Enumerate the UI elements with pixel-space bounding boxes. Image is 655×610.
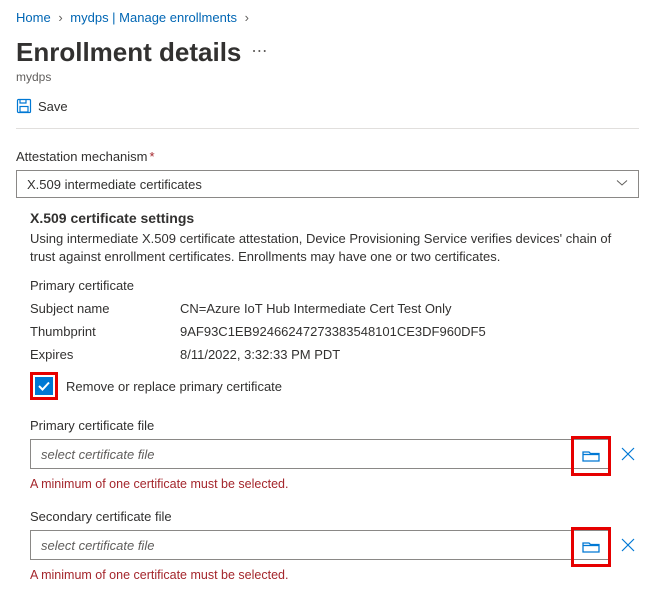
save-label: Save bbox=[38, 99, 68, 114]
secondary-file-error: A minimum of one certificate must be sel… bbox=[30, 568, 639, 582]
page-subtitle: mydps bbox=[16, 70, 639, 84]
remove-replace-checkbox[interactable] bbox=[35, 377, 53, 395]
close-icon bbox=[620, 446, 636, 462]
primary-cert-heading: Primary certificate bbox=[30, 278, 639, 293]
expires-row: Expires 8/11/2022, 3:32:33 PM PDT bbox=[30, 347, 639, 362]
attestation-label: Attestation mechanism* bbox=[16, 149, 639, 164]
close-icon bbox=[620, 537, 636, 553]
primary-file-label: Primary certificate file bbox=[30, 418, 639, 433]
primary-clear-button[interactable] bbox=[617, 443, 639, 465]
more-actions-icon[interactable]: ⋯ bbox=[251, 41, 267, 61]
remove-replace-label: Remove or replace primary certificate bbox=[66, 379, 282, 394]
thumbprint-label: Thumbprint bbox=[30, 324, 180, 339]
expires-value: 8/11/2022, 3:32:33 PM PDT bbox=[180, 347, 639, 362]
primary-file-error: A minimum of one certificate must be sel… bbox=[30, 477, 639, 491]
subject-label: Subject name bbox=[30, 301, 180, 316]
highlight-checkbox bbox=[30, 372, 58, 400]
primary-browse-button[interactable] bbox=[576, 441, 606, 471]
subject-value: CN=Azure IoT Hub Intermediate Cert Test … bbox=[180, 301, 639, 316]
secondary-file-input[interactable]: select certificate file bbox=[30, 530, 611, 560]
folder-icon bbox=[582, 539, 600, 555]
primary-file-placeholder: select certificate file bbox=[41, 447, 154, 462]
chevron-right-icon: › bbox=[245, 10, 249, 25]
x509-heading: X.509 certificate settings bbox=[30, 210, 639, 226]
highlight-primary-folder bbox=[571, 436, 611, 476]
secondary-browse-button[interactable] bbox=[576, 532, 606, 562]
secondary-clear-button[interactable] bbox=[617, 534, 639, 556]
chevron-down-icon bbox=[616, 177, 628, 192]
expires-label: Expires bbox=[30, 347, 180, 362]
folder-icon bbox=[582, 448, 600, 464]
secondary-file-placeholder: select certificate file bbox=[41, 538, 154, 553]
subject-row: Subject name CN=Azure IoT Hub Intermedia… bbox=[30, 301, 639, 316]
check-icon bbox=[37, 379, 51, 393]
breadcrumb-mydps[interactable]: mydps | Manage enrollments bbox=[70, 10, 237, 25]
attestation-select[interactable]: X.509 intermediate certificates bbox=[16, 170, 639, 198]
secondary-file-label: Secondary certificate file bbox=[30, 509, 639, 524]
thumbprint-value: 9AF93C1EB92466247273383548101CE3DF960DF5 bbox=[180, 324, 639, 339]
thumbprint-row: Thumbprint 9AF93C1EB92466247273383548101… bbox=[30, 324, 639, 339]
save-button[interactable]: Save bbox=[16, 98, 639, 114]
chevron-right-icon: › bbox=[58, 10, 62, 25]
highlight-secondary-folder bbox=[571, 527, 611, 567]
page-title: Enrollment details bbox=[16, 37, 241, 68]
save-icon bbox=[16, 98, 32, 114]
breadcrumb-home[interactable]: Home bbox=[16, 10, 51, 25]
attestation-value: X.509 intermediate certificates bbox=[27, 177, 202, 192]
x509-description: Using intermediate X.509 certificate att… bbox=[30, 230, 639, 266]
breadcrumb: Home › mydps | Manage enrollments › bbox=[16, 10, 639, 25]
primary-file-input[interactable]: select certificate file bbox=[30, 439, 611, 469]
